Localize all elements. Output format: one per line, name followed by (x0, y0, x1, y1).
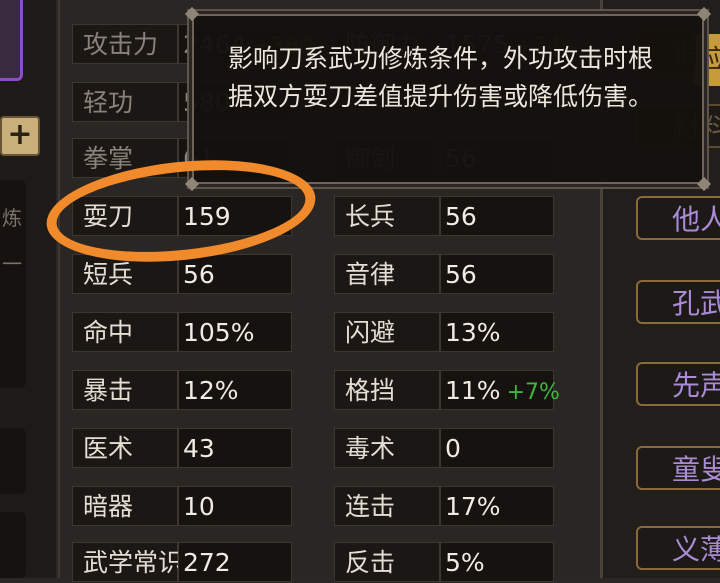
add-button[interactable]: + (0, 116, 40, 156)
stat-value-text: 12% (183, 376, 239, 405)
stat-label[interactable]: 轻功 (72, 82, 178, 122)
tooltip-text: 影响刀系武功修炼条件，外功攻击时根据双方耍刀差值提升伤害或降低伤害。 (228, 44, 654, 111)
stat-value: 56 (178, 254, 292, 294)
stat-value: 56 (440, 254, 554, 294)
stat-label[interactable]: 闪避 (334, 312, 440, 352)
attribute-tooltip: 影响刀系武功修炼条件，外功攻击时根据双方耍刀差值提升伤害或降低伤害。 (184, 6, 712, 192)
stat-label[interactable]: 毒术 (334, 428, 440, 468)
stat-label[interactable]: 长兵 (334, 196, 440, 236)
stat-value-text: 56 (445, 260, 477, 289)
stat-value-text: 43 (183, 434, 215, 463)
stat-label[interactable]: 反击 (334, 542, 440, 582)
right-menu-button[interactable]: 义薄 (636, 526, 720, 570)
right-menu-button[interactable]: 童叟 (636, 446, 720, 490)
stat-value-text: 11% (445, 376, 501, 405)
stat-value-text: 56 (183, 260, 215, 289)
right-menu-button[interactable]: 先声 (636, 362, 720, 406)
stat-row[interactable]: 毒术 0 (334, 428, 554, 468)
stat-row[interactable]: 医术 43 (72, 428, 292, 468)
side-panel-char: 炼 (2, 206, 22, 230)
stat-label[interactable]: 命中 (72, 312, 178, 352)
stat-value-text: 5% (445, 548, 485, 577)
stat-value: 272 (178, 542, 292, 582)
stat-value: 11% +7% (440, 370, 560, 410)
stat-label[interactable]: 暗器 (72, 486, 178, 526)
stat-row[interactable]: 反击 5% (334, 542, 554, 582)
stat-row[interactable]: 暴击 12% (72, 370, 292, 410)
stat-row[interactable]: 武学常识 272 (72, 542, 292, 582)
stat-value: 10 (178, 486, 292, 526)
right-menu-button[interactable]: 他人 (636, 196, 720, 240)
side-panel-middle (0, 428, 26, 494)
stat-bonus: +7% (506, 380, 560, 405)
stat-value: 5% (440, 542, 554, 582)
stat-row[interactable]: 音律 56 (334, 254, 554, 294)
stat-row[interactable]: 闪避 13% (334, 312, 554, 352)
side-panel-char: 一 (2, 252, 22, 276)
stat-value: 12% (178, 370, 292, 410)
avatar-frame[interactable] (0, 0, 23, 81)
stat-value-text: 56 (445, 202, 477, 231)
stat-value-text: 272 (183, 548, 231, 577)
stat-label[interactable]: 攻击力 (72, 24, 178, 64)
stat-label[interactable]: 医术 (72, 428, 178, 468)
stat-value: 0 (440, 428, 554, 468)
stat-label[interactable]: 连击 (334, 486, 440, 526)
side-panel-top: 炼 一 (0, 180, 26, 388)
stat-value-text: 17% (445, 492, 501, 521)
stat-value: 13% (440, 312, 554, 352)
stat-value-text: 13% (445, 318, 501, 347)
stat-row[interactable]: 暗器 10 (72, 486, 292, 526)
stat-value: 17% (440, 486, 554, 526)
stat-label[interactable]: 暴击 (72, 370, 178, 410)
stat-value-text: 10 (183, 492, 215, 521)
stat-value: 56 (440, 196, 554, 236)
stat-label[interactable]: 武学常识 (72, 542, 183, 582)
right-menu-button[interactable]: 孔武 (636, 280, 720, 324)
side-panel-bottom (0, 512, 26, 578)
stat-value-text: 0 (445, 434, 461, 463)
stat-row[interactable]: 长兵 56 (334, 196, 554, 236)
stat-row[interactable]: 格挡 11% +7% (334, 370, 560, 410)
stat-value: 105% (178, 312, 292, 352)
stat-value: 43 (178, 428, 292, 468)
stat-row[interactable]: 连击 17% (334, 486, 554, 526)
stat-value-text: 105% (183, 318, 255, 347)
stat-row[interactable]: 命中 105% (72, 312, 292, 352)
stat-label[interactable]: 音律 (334, 254, 440, 294)
stat-label[interactable]: 格挡 (334, 370, 440, 410)
